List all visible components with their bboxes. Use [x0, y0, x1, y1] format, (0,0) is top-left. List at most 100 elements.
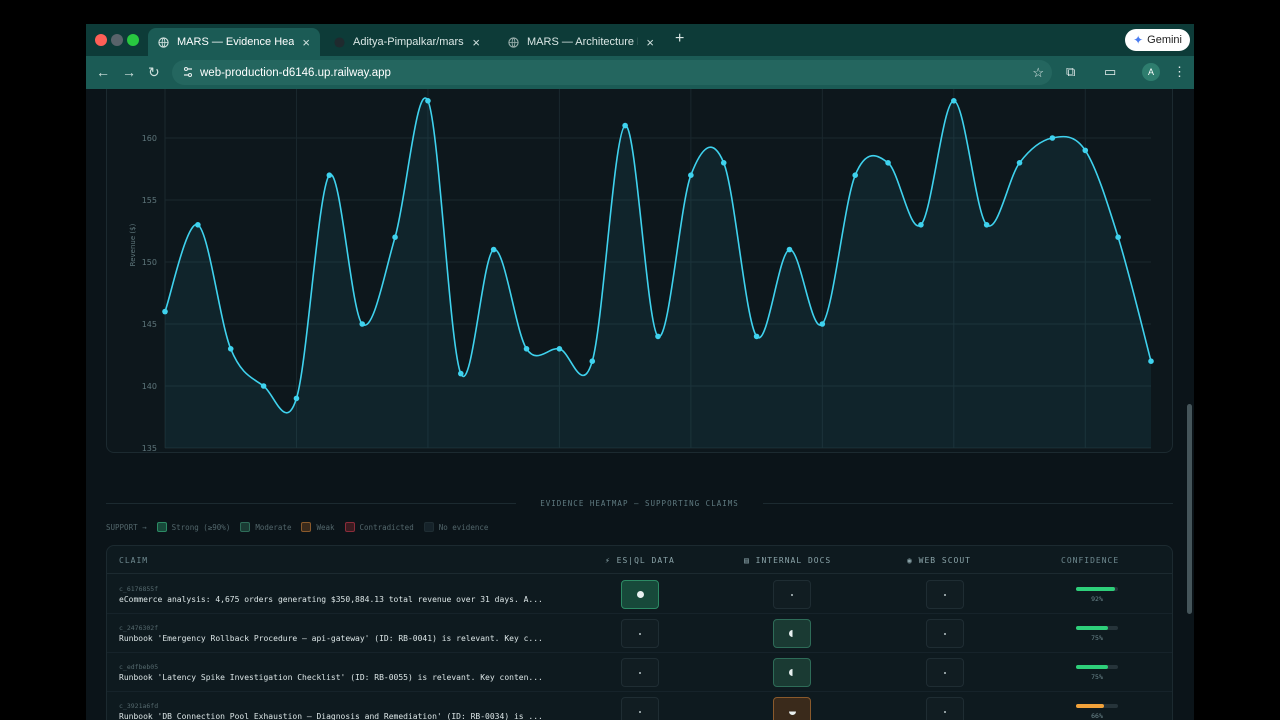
data-point[interactable]: [819, 321, 826, 327]
legend-swatch-contradicted: [344, 522, 355, 532]
data-point[interactable]: [655, 333, 661, 340]
claim-id: c_3921a6fd: [119, 702, 159, 710]
data-point[interactable]: [688, 172, 694, 178]
evidence-indicator-icon: [944, 671, 946, 674]
back-arrow-icon[interactable]: ←: [96, 64, 110, 80]
address-bar[interactable]: web-production-d6146.up.railway.app ☆: [172, 60, 1052, 85]
data-point[interactable]: [523, 346, 530, 352]
tab-architecture-diagram[interactable]: MARS — Architecture Diagram ×: [498, 28, 664, 56]
evidence-indicator-icon: [944, 710, 946, 713]
web-evidence-cell[interactable]: [926, 697, 964, 720]
reload-icon[interactable]: ↻: [148, 64, 160, 81]
web-evidence-cell[interactable]: [926, 619, 964, 648]
claim-text: Runbook 'Emergency Rollback Procedure — …: [119, 634, 543, 643]
data-point[interactable]: [885, 160, 891, 166]
tab-title: Aditya-Pimpalkar/mars: Multi: [353, 36, 465, 48]
data-point[interactable]: [983, 222, 990, 228]
menu-kebab-icon[interactable]: ⋮: [1173, 64, 1186, 80]
data-point[interactable]: [918, 222, 924, 228]
new-tab-button[interactable]: +: [675, 30, 684, 48]
data-point[interactable]: [490, 246, 497, 253]
docs-evidence-cell[interactable]: [773, 580, 811, 609]
close-window-button[interactable]: [95, 34, 107, 46]
forward-arrow-icon[interactable]: →: [122, 64, 136, 80]
browser-toolbar: ← → ↻ web-production-d6146.up.railway.ap…: [86, 56, 1194, 89]
data-point[interactable]: [293, 395, 300, 402]
data-point[interactable]: [852, 172, 858, 178]
legend-swatch-weak: [301, 522, 312, 532]
table-row[interactable]: c_edfbeb05 Runbook 'Latency Spike Invest…: [107, 653, 1172, 692]
data-point[interactable]: [720, 160, 727, 166]
page-content: 1351401451501551602026-02-12 00:002026-0…: [86, 89, 1194, 720]
docs-evidence-cell[interactable]: [773, 697, 811, 720]
evidence-indicator-icon: [788, 669, 796, 676]
data-point[interactable]: [589, 358, 596, 365]
url-text: web-production-d6146.up.railway.app: [200, 66, 391, 79]
data-point[interactable]: [1148, 358, 1154, 365]
y-tick-label: 150: [142, 258, 157, 267]
tab-github-mars[interactable]: Aditya-Pimpalkar/mars: Multi ×: [324, 28, 490, 56]
col-web-scout[interactable]: ◉ WEB SCOUT: [907, 556, 971, 565]
close-tab-icon[interactable]: ×: [638, 35, 654, 50]
globe-icon: [158, 36, 169, 48]
confidence-bar-fill: [1076, 704, 1104, 708]
extensions-icon[interactable]: ⧉: [1066, 64, 1075, 80]
web-evidence-cell[interactable]: [926, 658, 964, 687]
minimize-window-button[interactable]: [111, 34, 123, 46]
divider: [763, 503, 1173, 504]
web-evidence-cell[interactable]: [926, 580, 964, 609]
data-point[interactable]: [753, 333, 760, 340]
evidence-indicator-icon: [639, 632, 641, 635]
confidence-bar-fill: [1076, 587, 1115, 591]
esql-evidence-cell[interactable]: [621, 697, 659, 720]
site-settings-icon[interactable]: [182, 66, 194, 81]
close-tab-icon[interactable]: ×: [294, 35, 310, 50]
col-confidence[interactable]: CONFIDENCE: [1061, 556, 1119, 565]
table-row[interactable]: c_3921a6fd Runbook 'DB Connection Pool E…: [107, 692, 1172, 720]
browser-window: MARS — Evidence Heatmap × Aditya-Pimpalk…: [86, 24, 1194, 720]
docs-evidence-cell[interactable]: [773, 658, 811, 687]
data-point[interactable]: [162, 308, 168, 315]
data-point[interactable]: [458, 370, 464, 377]
confidence-bar: [1076, 587, 1118, 591]
data-point[interactable]: [786, 246, 793, 253]
data-point[interactable]: [359, 321, 365, 327]
data-point[interactable]: [1082, 147, 1089, 154]
col-claim[interactable]: CLAIM: [119, 556, 148, 565]
data-point[interactable]: [1049, 135, 1056, 141]
col-internal-docs[interactable]: ▤ INTERNAL DOCS: [744, 556, 831, 565]
tab-evidence-heatmap[interactable]: MARS — Evidence Heatmap ×: [148, 28, 320, 56]
esql-evidence-cell[interactable]: [621, 619, 659, 648]
tab-bar: MARS — Evidence Heatmap × Aditya-Pimpalk…: [86, 24, 1194, 56]
table-row[interactable]: c_2476302f Runbook 'Emergency Rollback P…: [107, 614, 1172, 653]
page-scrollbar[interactable]: [1187, 404, 1192, 614]
close-tab-icon[interactable]: ×: [464, 35, 480, 50]
bookmark-star-icon[interactable]: ☆: [1032, 65, 1044, 81]
data-point[interactable]: [425, 98, 431, 104]
avatar[interactable]: A: [1142, 63, 1160, 81]
y-tick-label: 160: [142, 134, 157, 143]
data-point[interactable]: [1016, 160, 1023, 166]
data-point[interactable]: [260, 383, 267, 389]
esql-evidence-cell[interactable]: [621, 658, 659, 687]
data-point[interactable]: [195, 222, 201, 228]
y-tick-label: 155: [142, 196, 157, 205]
data-point[interactable]: [556, 346, 563, 352]
cast-icon[interactable]: ▭: [1104, 64, 1116, 80]
confidence-value: 92%: [1091, 595, 1103, 603]
table-row[interactable]: c_6176855f eCommerce analysis: 4,675 ord…: [107, 575, 1172, 614]
tab-title: MARS — Evidence Heatmap: [177, 36, 295, 48]
data-point[interactable]: [227, 346, 234, 352]
data-point[interactable]: [392, 234, 398, 240]
esql-evidence-cell[interactable]: [621, 580, 659, 609]
data-point[interactable]: [951, 98, 957, 104]
data-point[interactable]: [622, 122, 628, 129]
docs-evidence-cell[interactable]: [773, 619, 811, 648]
col-esql-data[interactable]: ⚡ ES|QL DATA: [605, 556, 675, 565]
data-point[interactable]: [1115, 234, 1121, 240]
evidence-indicator-icon: [788, 708, 796, 715]
data-point[interactable]: [326, 172, 333, 178]
maximize-window-button[interactable]: [127, 34, 139, 46]
evidence-indicator-icon: [791, 593, 793, 596]
gemini-button[interactable]: ✦ Gemini: [1125, 29, 1190, 51]
